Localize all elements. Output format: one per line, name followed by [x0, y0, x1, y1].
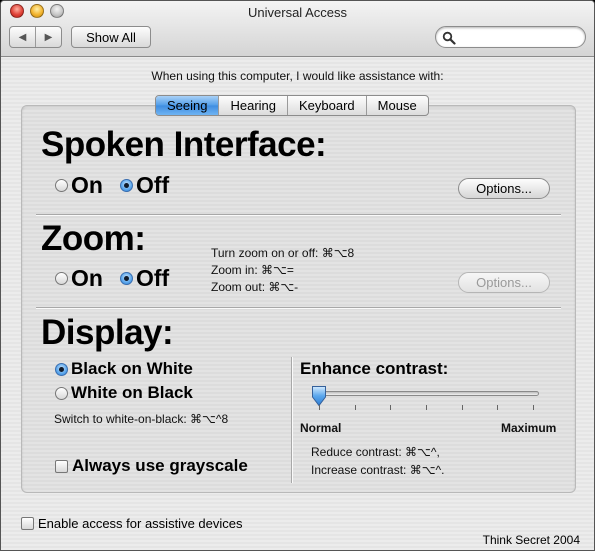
vertical-divider	[291, 357, 293, 483]
window-title: Universal Access	[248, 5, 347, 20]
spoken-on-radio[interactable]: On	[55, 172, 103, 199]
contrast-slider-track[interactable]	[313, 391, 539, 396]
tab-mouse[interactable]: Mouse	[365, 96, 428, 115]
preferences-window: Universal Access ◀ ▶ Show All When using…	[0, 0, 595, 551]
checkbox-icon	[21, 517, 34, 530]
black-on-white-label: Black on White	[71, 359, 193, 378]
zoom-off-label: Off	[136, 265, 170, 291]
tab-hearing[interactable]: Hearing	[218, 96, 287, 115]
switch-shortcut-text: Switch to white-on-black: ⌘⌥^8	[54, 412, 229, 426]
zoom-out-shortcut: Zoom out: ⌘⌥-	[211, 280, 299, 294]
black-on-white-radio[interactable]: Black on White	[55, 359, 193, 379]
assistive-devices-checkbox[interactable]: Enable access for assistive devices	[21, 516, 242, 531]
zoom-heading: Zoom:	[41, 219, 146, 258]
radio-icon	[55, 386, 68, 400]
grayscale-checkbox[interactable]: Always use grayscale	[55, 456, 248, 476]
contrast-min-label: Normal	[300, 421, 342, 435]
search-input[interactable]	[458, 29, 578, 45]
slider-tick	[426, 405, 427, 410]
radio-selected-icon	[55, 362, 68, 376]
assistive-devices-label: Enable access for assistive devices	[38, 516, 243, 531]
zoom-in-shortcut: Zoom in: ⌘⌥=	[211, 263, 294, 277]
enhance-contrast-heading: Enhance contrast:	[300, 359, 449, 378]
tab-keyboard[interactable]: Keyboard	[287, 96, 366, 115]
display-heading: Display:	[41, 313, 174, 352]
zoom-options-button[interactable]: Options...	[458, 272, 550, 293]
slider-tick	[390, 405, 392, 410]
contrast-max-label: Maximum	[501, 421, 557, 435]
search-icon	[442, 31, 456, 45]
grayscale-label: Always use grayscale	[72, 456, 248, 475]
assistance-intro-text: When using this computer, I would like a…	[151, 69, 444, 83]
back-forward-control: ◀ ▶	[9, 26, 62, 48]
radio-icon	[55, 179, 68, 192]
category-tabs: Seeing Hearing Keyboard Mouse	[155, 95, 429, 116]
spoken-on-label: On	[71, 172, 103, 198]
slider-tick	[354, 405, 356, 410]
forward-arrow-icon[interactable]: ▶	[35, 27, 61, 47]
section-divider	[36, 214, 561, 216]
slider-tick	[497, 405, 499, 410]
slider-tick	[319, 405, 320, 410]
spoken-off-label: Off	[136, 172, 170, 198]
tab-seeing[interactable]: Seeing	[156, 96, 219, 115]
title-bar: Universal Access ◀ ▶ Show All	[1, 1, 594, 57]
spoken-off-radio[interactable]: Off	[120, 172, 169, 199]
show-all-button[interactable]: Show All	[71, 26, 151, 48]
section-divider	[36, 307, 561, 309]
radio-selected-icon	[120, 179, 133, 192]
reduce-contrast-shortcut: Reduce contrast: ⌘⌥^,	[311, 445, 440, 459]
spoken-interface-heading: Spoken Interface:	[41, 125, 327, 164]
back-arrow-icon[interactable]: ◀	[10, 27, 35, 47]
increase-contrast-shortcut: Increase contrast: ⌘⌥^.	[311, 463, 445, 477]
white-on-black-radio[interactable]: White on Black	[55, 383, 193, 403]
radio-selected-icon	[120, 272, 133, 285]
contrast-slider-thumb[interactable]	[311, 385, 327, 407]
search-field[interactable]	[435, 26, 586, 48]
zoom-toggle-shortcut: Turn zoom on or off: ⌘⌥8	[211, 246, 355, 260]
zoom-on-radio[interactable]: On	[55, 265, 103, 292]
zoom-on-label: On	[71, 265, 103, 291]
slider-tick	[461, 405, 463, 410]
radio-icon	[55, 272, 68, 285]
spoken-options-button[interactable]: Options...	[458, 178, 550, 199]
checkbox-icon	[55, 459, 68, 473]
zoom-off-radio[interactable]: Off	[120, 265, 169, 292]
slider-tick	[533, 405, 534, 410]
white-on-black-label: White on Black	[71, 383, 193, 402]
credit-text: Think Secret 2004	[482, 533, 580, 547]
